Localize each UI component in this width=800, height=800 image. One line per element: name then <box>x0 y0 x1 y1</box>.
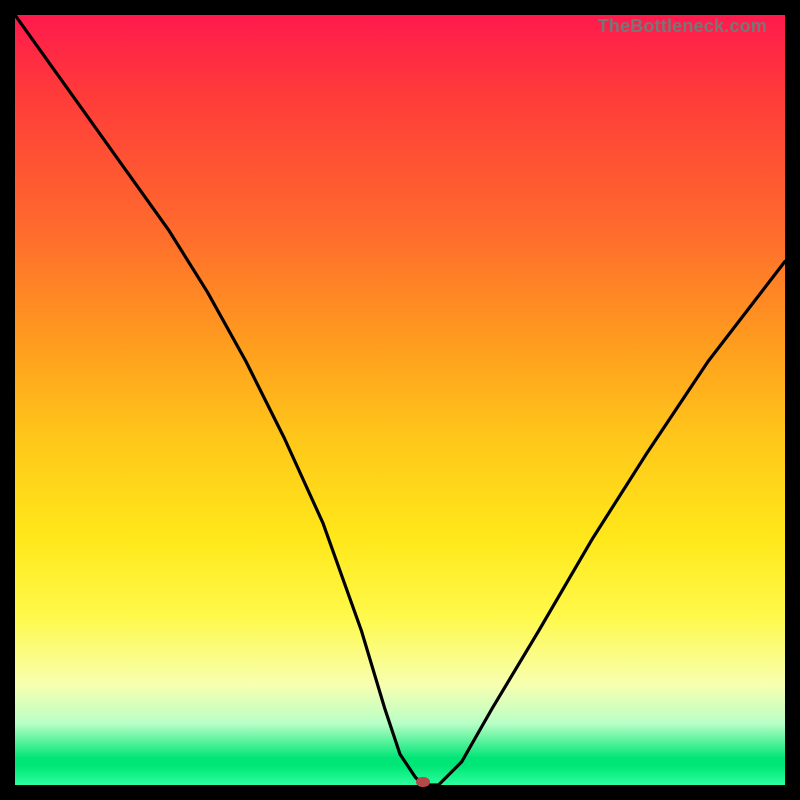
curve-path <box>15 15 785 785</box>
plot-area: TheBottleneck.com <box>15 15 785 785</box>
bottleneck-curve <box>15 15 785 785</box>
optimal-point-marker <box>416 777 430 787</box>
chart-frame: TheBottleneck.com <box>0 0 800 800</box>
